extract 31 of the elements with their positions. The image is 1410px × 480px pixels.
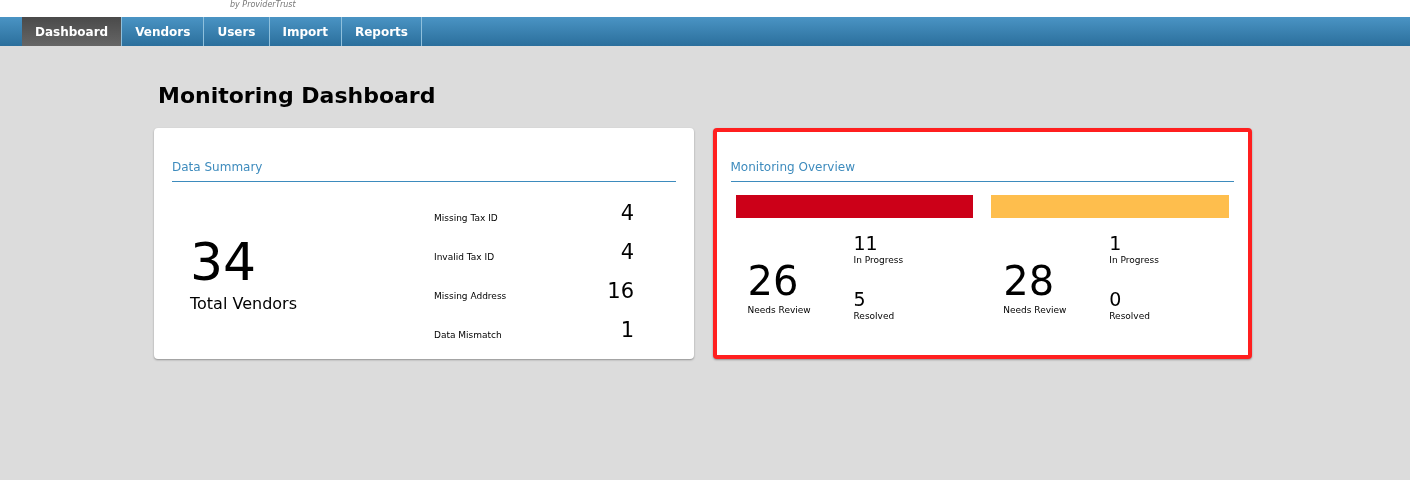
resolved-count: 5 <box>853 287 867 310</box>
metric-value: 4 <box>620 199 634 227</box>
nav-tab[interactable]: Users <box>204 17 270 46</box>
in-progress-count: 1 <box>1109 232 1123 254</box>
total-count: 34 <box>190 232 258 292</box>
metric-label: Invalid Tax ID <box>434 250 495 264</box>
nav-tab[interactable]: Dashboard <box>22 17 123 46</box>
metric-value: 4 <box>620 238 634 266</box>
needs-review-count: 28 <box>1003 258 1056 304</box>
in-progress-label: In Progress <box>853 254 904 267</box>
tagline: by ProviderTrust <box>230 0 296 9</box>
total-label: Total Vendors <box>190 293 298 315</box>
resolved-count: 0 <box>1109 287 1123 310</box>
in-progress-count: 11 <box>853 232 879 254</box>
nav-tab[interactable]: Import <box>269 17 342 46</box>
nav-tab[interactable]: Reports <box>341 17 422 46</box>
needs-review-label: Needs Review <box>747 304 812 317</box>
page-title: Monitoring Dashboard <box>158 82 437 110</box>
metric-label: Missing Tax ID <box>434 211 498 225</box>
resolved-label: Resolved <box>1109 309 1151 323</box>
card-title: Data Summary <box>172 160 263 174</box>
card-title: Monitoring Overview <box>730 160 855 174</box>
needs-review-label: Needs Review <box>1003 304 1068 317</box>
metric-label: Data Mismatch <box>434 328 502 342</box>
metric-value: 1 <box>620 316 634 344</box>
nav-tab[interactable]: Vendors <box>122 17 205 46</box>
in-progress-label: In Progress <box>1109 254 1159 267</box>
metric-value: 16 <box>607 277 634 305</box>
resolved-label: Resolved <box>853 309 896 323</box>
metric-label: Missing Address <box>434 289 507 303</box>
needs-review-count: 26 <box>747 258 800 304</box>
